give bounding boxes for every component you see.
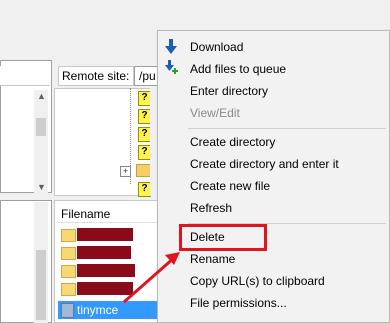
menu-item-download[interactable]: Download xyxy=(190,37,380,57)
redacted-filename xyxy=(77,264,135,277)
list-item[interactable] xyxy=(58,244,158,262)
folder-icon xyxy=(61,247,76,260)
add-to-queue-icon xyxy=(165,60,178,74)
redacted-filename xyxy=(77,228,133,241)
redacted-filename xyxy=(77,282,133,295)
folder-icon xyxy=(61,229,76,242)
menu-item-view-edit: View/Edit xyxy=(190,106,240,120)
menu-item-create-directory-and-enter[interactable]: Create directory and enter it xyxy=(190,154,380,174)
menu-item-add-files-to-queue[interactable]: Add files to queue xyxy=(190,59,380,79)
delete-highlight-box xyxy=(179,224,267,251)
download-arrow-icon xyxy=(165,39,177,54)
scroll-down-arrow-icon[interactable]: ▼ xyxy=(37,182,46,192)
folder-icon xyxy=(61,265,76,278)
list-item[interactable] xyxy=(58,226,158,244)
local-site-field[interactable] xyxy=(0,66,50,86)
menu-item-create-directory[interactable]: Create directory xyxy=(190,132,380,152)
selected-filename: tinymce xyxy=(77,303,119,317)
list-item-selected[interactable]: tinymce xyxy=(58,301,158,319)
menu-item-enter-directory[interactable]: Enter directory xyxy=(190,81,380,101)
list-item[interactable] xyxy=(58,262,158,280)
scroll-up-arrow-icon[interactable]: ▲ xyxy=(37,91,46,101)
scrollbar-thumb[interactable] xyxy=(36,250,46,320)
filename-column-header[interactable]: Filename xyxy=(58,205,158,223)
scrollbar-thumb[interactable] xyxy=(36,118,46,136)
menu-item-create-new-file[interactable]: Create new file xyxy=(190,176,380,196)
folder-icon xyxy=(61,283,76,296)
menu-item-rename[interactable]: Rename xyxy=(190,249,380,269)
file-icon xyxy=(61,303,74,318)
menu-item-copy-url[interactable]: Copy URL(s) to clipboard xyxy=(190,271,380,291)
local-tree-scrollbar[interactable]: ▲ ▼ xyxy=(34,90,48,193)
expand-node-icon[interactable]: + xyxy=(120,166,131,177)
remote-site-label: Remote site: xyxy=(58,66,134,86)
local-file-scrollbar[interactable] xyxy=(34,202,48,323)
list-item[interactable] xyxy=(58,280,158,298)
redacted-filename xyxy=(77,246,131,259)
menu-item-refresh[interactable]: Refresh xyxy=(190,198,380,218)
menu-separator xyxy=(188,128,386,129)
menu-item-file-permissions[interactable]: File permissions... xyxy=(190,293,380,313)
